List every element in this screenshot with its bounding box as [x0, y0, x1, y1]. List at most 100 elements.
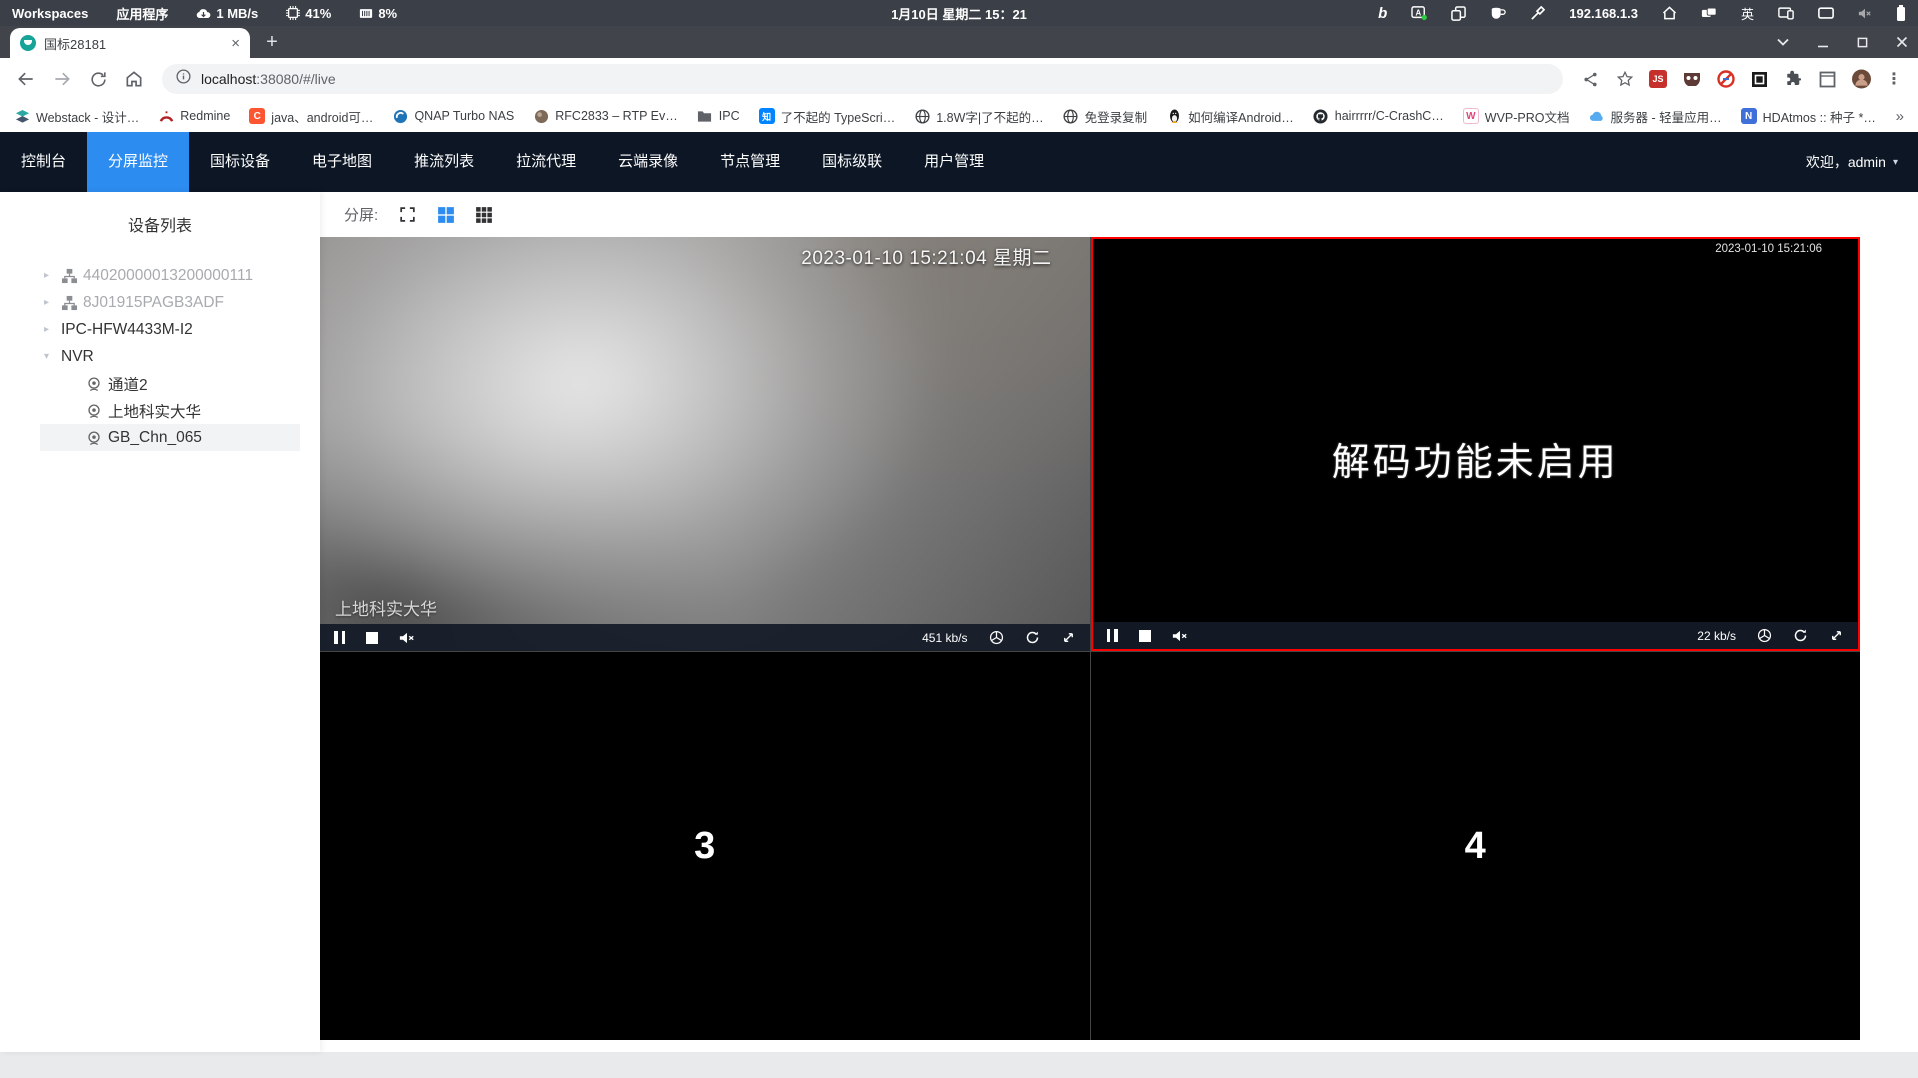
clipboard-copy-icon[interactable] — [1451, 5, 1467, 21]
device-list-title: 设备列表 — [127, 218, 192, 235]
window-maximize-icon[interactable] — [1857, 37, 1868, 48]
extension-puzzle-icon[interactable] — [1784, 70, 1803, 89]
volume-muted-icon[interactable] — [1858, 7, 1872, 20]
bing-icon[interactable]: b — [1378, 5, 1387, 22]
extension-window-icon[interactable] — [1818, 70, 1837, 89]
page-bottom-strip — [0, 1052, 1918, 1078]
color-picker-icon[interactable] — [1530, 5, 1546, 21]
nav-item-node-manage[interactable]: 节点管理 — [699, 132, 801, 192]
nav-item-split-screen-monitor[interactable]: 分屏监控 — [87, 132, 190, 192]
single-screen-icon[interactable] — [398, 205, 417, 224]
tree-collapsed-icon[interactable]: ▸ — [44, 270, 61, 281]
tree-node-device[interactable]: ▸ IPC-HFW4433M-I2 — [0, 316, 320, 343]
settings-aperture-icon[interactable] — [1757, 628, 1772, 643]
browser-home-icon[interactable] — [118, 63, 150, 95]
live-view-area: 分屏: 2023-01-10 15:21:04 星期二 上地科实大华 451 k… — [320, 192, 1918, 1052]
bookmark-item[interactable]: N HDAtmos :: 种子 *… — [1740, 107, 1876, 126]
site-info-icon[interactable] — [176, 69, 191, 89]
bookmark-item[interactable]: hairrrrr/C-CrashC… — [1313, 108, 1444, 124]
bookmark-item[interactable]: IPC — [697, 108, 740, 124]
grid-2x2-icon[interactable] — [437, 206, 455, 224]
tree-node-channel[interactable]: 上地科实大华 — [0, 397, 320, 424]
user-menu[interactable]: 欢迎，admin ▾ — [1806, 152, 1898, 172]
volume-muted-icon[interactable] — [1172, 629, 1188, 643]
applications-button[interactable]: 应用程序 — [116, 4, 168, 23]
bookmark-item[interactable]: 知 了不起的 TypeScri… — [758, 107, 895, 126]
stop-icon[interactable] — [366, 631, 378, 644]
tree-collapsed-icon[interactable]: ▸ — [44, 297, 61, 308]
ip-address: 192.168.1.3 — [1569, 5, 1638, 21]
share-icon[interactable] — [1581, 70, 1600, 89]
volume-muted-icon[interactable] — [399, 631, 415, 645]
translate-icon[interactable]: A — [1411, 6, 1428, 20]
tree-node-device[interactable]: ▾ NVR — [0, 343, 320, 370]
tab-close-icon[interactable]: × — [231, 36, 240, 51]
coffee-cup-icon[interactable] — [1490, 6, 1507, 20]
video-cell-2[interactable]: 2023-01-10 15:21:06 解码功能未启用 22 kb/s — [1090, 237, 1860, 651]
tree-expanded-icon[interactable]: ▾ — [44, 351, 61, 362]
stop-icon[interactable] — [1138, 629, 1151, 642]
settings-aperture-icon[interactable] — [989, 630, 1004, 645]
video-cell-1[interactable]: 2023-01-10 15:21:04 星期二 上地科实大华 451 kb/s — [320, 237, 1090, 651]
pause-icon[interactable] — [334, 631, 345, 644]
nav-item-gb-cascade[interactable]: 国标级联 — [801, 132, 903, 192]
input-method-indicator[interactable]: 英 — [1741, 4, 1754, 23]
video-cell-3[interactable]: 3 — [320, 652, 1090, 1040]
bookmarks-overflow-icon[interactable]: » — [1896, 108, 1904, 125]
nav-item-gb-devices[interactable]: 国标设备 — [189, 132, 291, 192]
tab-search-chevron-icon[interactable] — [1777, 38, 1789, 46]
nav-item-push-list[interactable]: 推流列表 — [393, 132, 495, 192]
nav-item-console[interactable]: 控制台 — [0, 132, 87, 192]
bookmark-star-icon[interactable] — [1615, 70, 1634, 89]
bookmark-item[interactable]: 1.8W字|了不起的… — [914, 107, 1044, 126]
bookmark-item[interactable]: C java、android可… — [249, 107, 373, 126]
grid-3x3-icon[interactable] — [475, 206, 493, 224]
extension-frame-icon[interactable] — [1750, 70, 1769, 89]
refresh-icon[interactable] — [1025, 630, 1040, 645]
new-tab-button[interactable]: + — [258, 28, 286, 56]
video-cell-4[interactable]: 4 — [1090, 652, 1860, 1040]
nav-item-pull-proxy[interactable]: 拉流代理 — [495, 132, 597, 192]
nav-item-emap[interactable]: 电子地图 — [291, 132, 393, 192]
clock[interactable]: 1月10日 星期二 15：21 — [891, 4, 1027, 23]
browser-tab[interactable]: 国标28181 × — [10, 28, 250, 58]
window-switcher-icon[interactable] — [1701, 6, 1717, 20]
tree-node-device[interactable]: ▸ 44020000013200000111 — [0, 262, 320, 289]
refresh-icon[interactable] — [1793, 628, 1808, 643]
tree-node-channel-selected[interactable]: GB_Chn_065 — [0, 424, 320, 451]
phonelink-icon[interactable] — [1778, 6, 1794, 20]
fullscreen-expand-icon[interactable] — [1061, 630, 1076, 645]
back-icon[interactable] — [10, 63, 42, 95]
fullscreen-expand-icon[interactable] — [1829, 628, 1844, 643]
window-minimize-icon[interactable] — [1817, 36, 1829, 48]
home-icon[interactable] — [1662, 6, 1677, 20]
extension-mask-icon[interactable] — [1682, 70, 1701, 89]
tree-collapsed-icon[interactable]: ▸ — [44, 324, 61, 335]
bookmark-item[interactable]: 服务器 - 轻量应用… — [1589, 107, 1722, 126]
tree-node-channel[interactable]: 通道2 — [0, 370, 320, 397]
forward-icon[interactable] — [46, 63, 78, 95]
extension-js-icon[interactable]: JS — [1649, 70, 1667, 88]
pause-icon[interactable] — [1106, 629, 1118, 642]
display-icon[interactable] — [1818, 6, 1834, 20]
workspaces-button[interactable]: Workspaces — [12, 6, 88, 21]
tree-node-device[interactable]: ▸ 8J01915PAGB3ADF — [0, 289, 320, 316]
nav-item-cloud-record[interactable]: 云端录像 — [597, 132, 699, 192]
url-text[interactable]: localhost:38080/#/live — [201, 71, 336, 87]
bookmark-item[interactable]: QNAP Turbo NAS — [392, 108, 514, 124]
browser-menu-icon[interactable]: ⋮ — [1886, 69, 1902, 89]
bookmark-item[interactable]: 如何编译Android… — [1166, 107, 1294, 126]
bookmark-item[interactable]: RFC2833 – RTP Ev… — [533, 108, 678, 124]
url-bar[interactable]: localhost:38080/#/live — [162, 64, 1563, 94]
device-tree: ▸ 44020000013200000111 ▸ 8J01915PAGB3ADF… — [0, 262, 320, 451]
bookmark-item[interactable]: Redmine — [158, 108, 230, 124]
nav-item-user-manage[interactable]: 用户管理 — [903, 132, 1005, 192]
extension-blocker-icon[interactable] — [1716, 70, 1735, 89]
reload-icon[interactable] — [82, 63, 114, 95]
window-close-icon[interactable] — [1896, 36, 1908, 48]
bookmark-item[interactable]: W WVP-PRO文档 — [1462, 107, 1570, 126]
profile-avatar[interactable] — [1852, 69, 1871, 89]
bookmark-item[interactable]: 免登录复制 — [1063, 107, 1147, 126]
svg-text:A: A — [1416, 9, 1422, 18]
bookmark-item[interactable]: Webstack - 设计… — [14, 107, 139, 126]
